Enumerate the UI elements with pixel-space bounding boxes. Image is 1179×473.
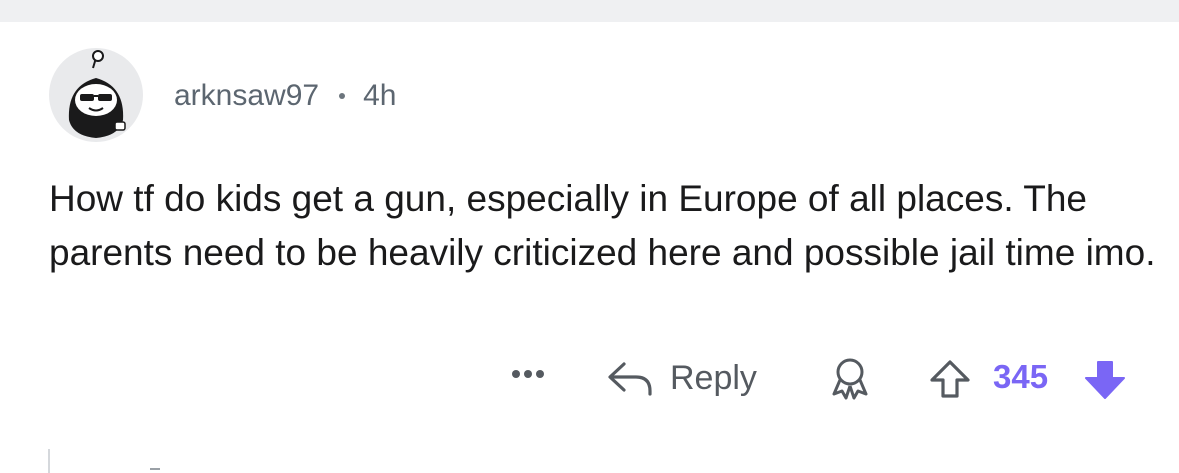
ellipsis-dot-icon <box>524 370 532 378</box>
award-icon <box>832 358 868 400</box>
give-award-button[interactable] <box>826 356 874 400</box>
comment-card: arknsaw97 4h How tf do kids get a gun, e… <box>0 22 1179 473</box>
reply-button[interactable]: Reply <box>606 356 757 400</box>
downvote-arrow-filled-icon <box>1085 361 1125 399</box>
upvote-arrow-outline-icon <box>930 360 970 398</box>
separator-dot <box>339 93 346 99</box>
next-comment-hint <box>150 468 160 470</box>
avatar[interactable] <box>49 48 143 142</box>
vote-count: 345 <box>993 358 1049 395</box>
timestamp: 4h <box>363 79 397 112</box>
downvote-button[interactable] <box>1078 358 1132 402</box>
upvote-button[interactable] <box>926 358 974 402</box>
snoo-avatar-icon <box>49 48 143 142</box>
comment-actions-bar: Reply 345 <box>0 356 1179 400</box>
ellipsis-dot-icon <box>536 370 544 378</box>
comment-body: How tf do kids get a gun, especially in … <box>49 178 1156 273</box>
reply-arrow-icon <box>608 362 652 396</box>
comment-header: arknsaw97 4h <box>174 78 396 114</box>
more-options-button[interactable] <box>512 370 544 378</box>
thread-line[interactable] <box>48 449 50 473</box>
reply-label: Reply <box>670 358 757 397</box>
username-link[interactable]: arknsaw97 <box>174 79 319 113</box>
ellipsis-dot-icon <box>512 370 520 378</box>
top-divider-strip <box>0 0 1179 22</box>
